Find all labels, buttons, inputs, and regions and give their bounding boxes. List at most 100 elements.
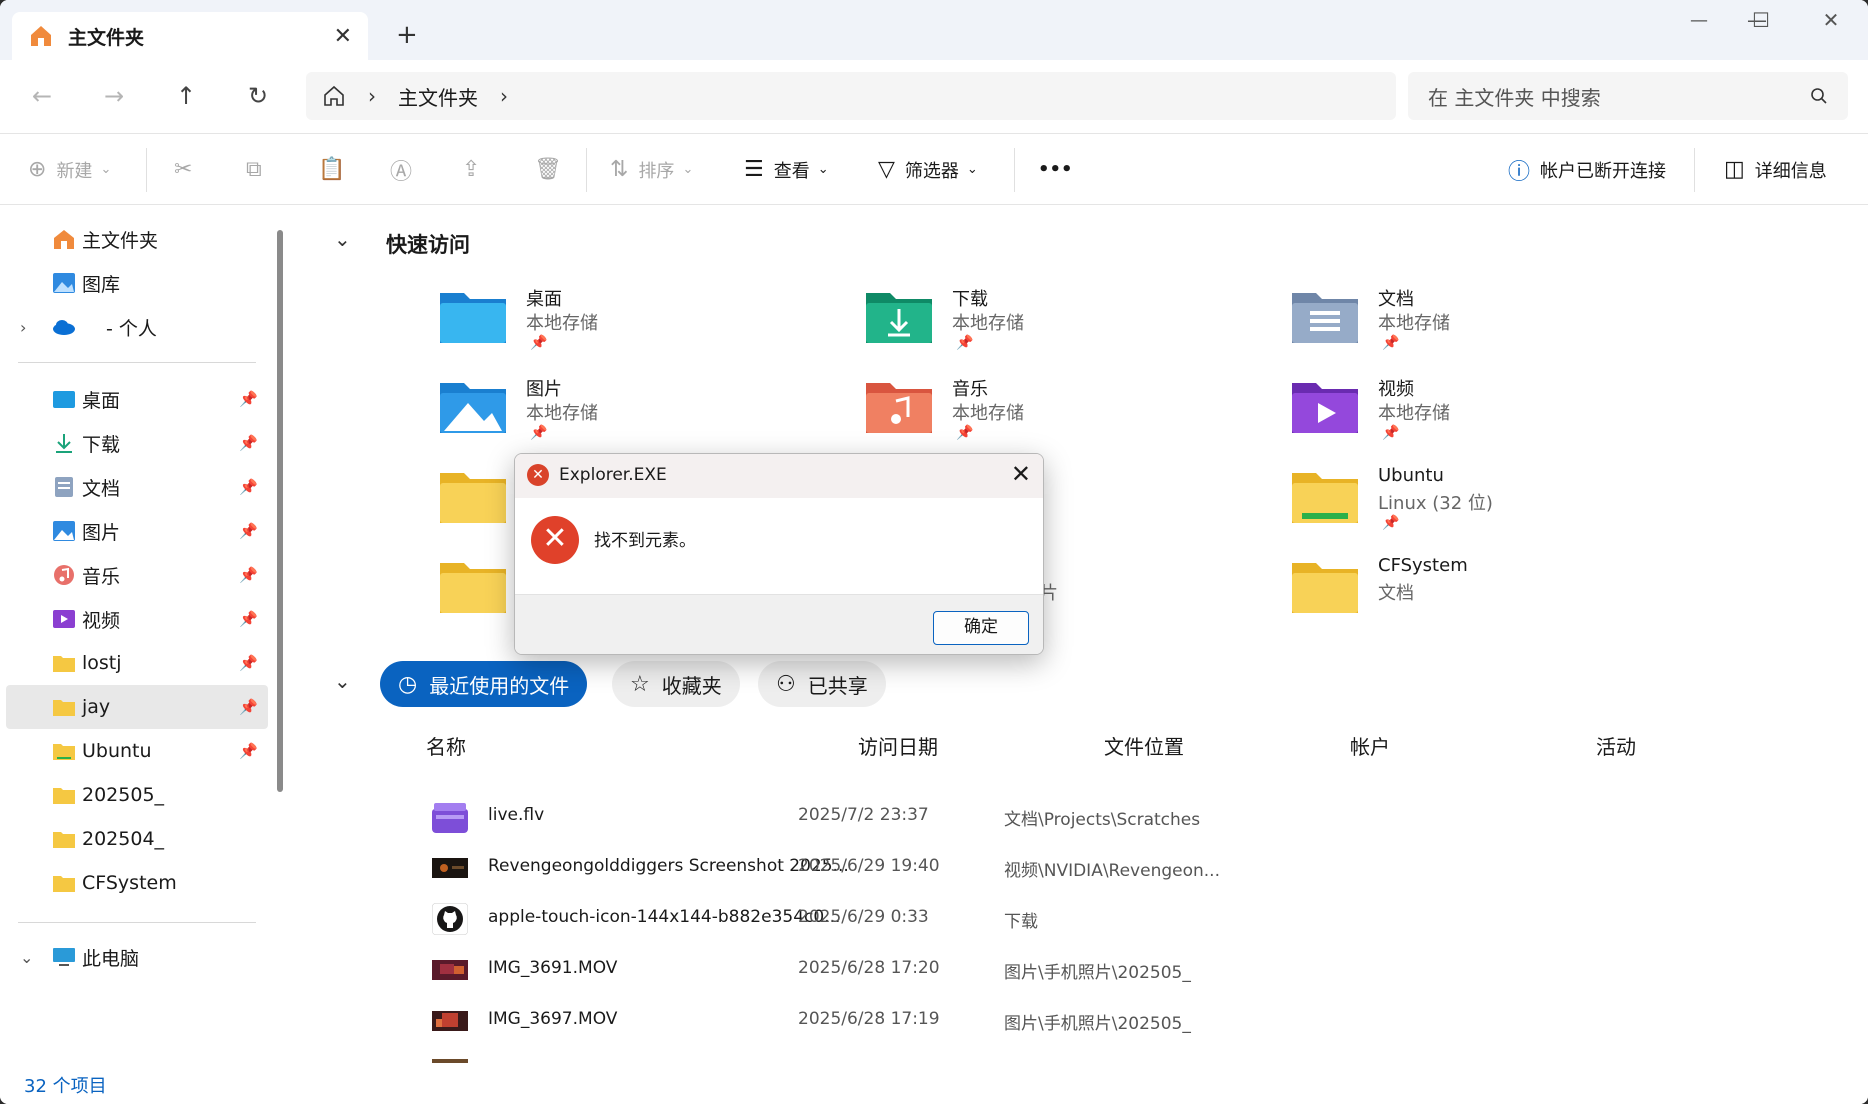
refresh-button[interactable]: ↻ [242, 82, 274, 110]
new-button[interactable]: ⊕ 新建 ⌄ [28, 157, 111, 183]
dialog-title-bar[interactable]: ✕ Explorer.EXE ✕ [515, 454, 1043, 498]
quick-access-item[interactable]: 视频 本地存储 📌 [1292, 375, 1692, 455]
quick-access-item[interactable]: 图片 本地存储 📌 [440, 375, 840, 455]
sidebar-item-cfsystem[interactable]: CFSystem [6, 861, 268, 905]
breadcrumb[interactable]: 主文件夹 [398, 82, 478, 111]
collapse-quick-access-icon[interactable]: ⌄ [334, 227, 351, 251]
chevron-right-icon[interactable]: › [20, 318, 26, 337]
table-row[interactable]: IMG_3691.MOV 2025/6/28 17:20 图片\手机照片\202… [432, 948, 1832, 992]
table-row[interactable]: Revengeongolddiggers Screenshot 2025... … [432, 846, 1832, 890]
pin-icon[interactable]: 📌 [239, 390, 258, 408]
file-location: 文档\Projects\Scratches [1004, 810, 1201, 830]
sort-button[interactable]: ⇅ 排序 ⌄ [610, 157, 693, 183]
column-header-activity[interactable]: 活动 [1596, 731, 1636, 760]
sidebar-item-jay[interactable]: jay 📌 [6, 685, 268, 729]
pin-icon[interactable]: 📌 [239, 478, 258, 496]
pin-icon[interactable]: 📌 [239, 522, 258, 540]
sidebar-item-label: CFSystem [82, 872, 177, 894]
details-pane-button[interactable]: ◫ 详细信息 [1724, 157, 1827, 183]
copy-icon[interactable]: ⧉ [246, 157, 262, 182]
details-pane-icon: ◫ [1724, 157, 1745, 182]
sidebar-item-pictures[interactable]: 图片 📌 [6, 509, 268, 553]
file-location: 图片\手机照片\202505_ [1004, 963, 1191, 983]
pin-icon[interactable]: 📌 [239, 566, 258, 584]
quick-access-item[interactable]: Ubuntu Linux (32 位) 📌 [1292, 465, 1692, 545]
sidebar-item-desktop[interactable]: 桌面 📌 [6, 377, 268, 421]
pin-icon[interactable]: 📌 [239, 698, 258, 716]
pin-icon: 📌 [1382, 515, 1400, 531]
ok-button[interactable]: 确定 [933, 611, 1029, 645]
chevron-down-icon[interactable]: ⌄ [20, 948, 33, 967]
sidebar-item-downloads[interactable]: 下载 📌 [6, 421, 268, 465]
sidebar-item-this-pc[interactable]: ⌄ 此电脑 [6, 935, 268, 979]
quick-access-item[interactable]: 下载 本地存储 📌 [866, 285, 1266, 365]
column-header-location[interactable]: 文件位置 [1104, 731, 1184, 760]
filter-button[interactable]: ▽ 筛选器 ⌄ [878, 157, 978, 183]
collapse-recent-icon[interactable]: ⌄ [334, 669, 351, 693]
sidebar-item-documents[interactable]: 文档 📌 [6, 465, 268, 509]
filter-label: 筛选器 [904, 160, 959, 182]
search-icon[interactable] [1810, 87, 1828, 105]
pin-icon[interactable]: 📌 [239, 610, 258, 628]
delete-icon[interactable]: 🗑 [534, 157, 562, 182]
view-button[interactable]: ☰ 查看 ⌄ [744, 157, 829, 183]
up-button[interactable]: ↑ [170, 82, 202, 110]
quick-access-name: 桌面 [526, 289, 562, 310]
tab-recent-files[interactable]: ◷ 最近使用的文件 [380, 661, 588, 707]
chevron-right-icon[interactable]: › [500, 84, 508, 108]
view-list-icon: ☰ [744, 157, 764, 182]
gallery-icon [53, 273, 75, 293]
forward-button[interactable]: → [98, 82, 130, 110]
tab-shared[interactable]: ⚇ 已共享 [758, 661, 886, 707]
quick-access-item[interactable]: CFSystem 文档 [1292, 555, 1692, 635]
sidebar-item-music[interactable]: 音乐 📌 [6, 553, 268, 597]
sidebar-item-202505[interactable]: 202505_ [6, 773, 268, 817]
sidebar-item-ubuntu[interactable]: Ubuntu 📌 [6, 729, 268, 773]
new-label: 新建 [56, 160, 93, 182]
sidebar-item-home[interactable]: 主文件夹 [6, 217, 268, 261]
search-input[interactable]: 在 主文件夹 中搜索 [1408, 72, 1848, 120]
paste-icon[interactable]: 📋 [318, 157, 345, 182]
pin-icon[interactable]: 📌 [239, 654, 258, 672]
videos-folder-icon [1292, 383, 1358, 433]
sidebar-item-onedrive[interactable]: › - 个人 [6, 305, 268, 349]
back-button[interactable]: ← [26, 82, 58, 110]
tab-favorites[interactable]: ☆ 收藏夹 [612, 661, 740, 707]
account-status-button[interactable]: ⓘ 帐户已断开连接 [1508, 154, 1666, 186]
column-header-name[interactable]: 名称 [426, 731, 466, 760]
sidebar-divider [18, 922, 256, 923]
sidebar-item-lostj[interactable]: lostj 📌 [6, 641, 268, 685]
file-name: IMG_3697.MOV [488, 1009, 618, 1029]
new-tab-button[interactable]: + [396, 20, 418, 50]
quick-access-item[interactable]: 文档 本地存储 📌 [1292, 285, 1692, 365]
cut-icon[interactable]: ✂ [174, 157, 192, 182]
rename-icon[interactable]: Ⓐ [390, 154, 412, 186]
quick-access-sub: 文档 [1378, 583, 1414, 604]
minimize-icon[interactable]: — [1676, 10, 1722, 31]
quick-access-item[interactable]: 音乐 本地存储 📌 [866, 375, 1266, 455]
tab-home[interactable]: 主文件夹 ✕ [12, 12, 368, 60]
home-outline-icon[interactable] [322, 84, 346, 108]
pin-icon[interactable]: 📌 [239, 742, 258, 760]
quick-access-item[interactable]: 桌面 本地存储 📌 [440, 285, 840, 365]
info-icon: ⓘ [1508, 159, 1531, 185]
table-row[interactable]: live.flv 2025/7/2 23:37 文档\Projects\Scra… [432, 795, 1832, 839]
sidebar-item-gallery[interactable]: 图库 [6, 261, 268, 305]
table-row[interactable]: IMG_3697.MOV 2025/6/28 17:19 图片\手机照片\202… [432, 999, 1832, 1043]
column-header-account[interactable]: 帐户 [1350, 731, 1390, 760]
pin-icon: 📌 [530, 335, 548, 351]
table-row[interactable]: apple-touch-icon-144x144-b882e354c0... 2… [432, 897, 1832, 941]
more-options-button[interactable]: ••• [1038, 159, 1073, 180]
chevron-right-icon[interactable]: › [368, 84, 376, 108]
maximize-button[interactable]: ☐ [1738, 8, 1784, 32]
address-bar[interactable]: › 主文件夹 › [306, 72, 1396, 120]
share-icon[interactable]: ⇪ [462, 157, 480, 182]
close-window-button[interactable]: ✕ [1808, 8, 1854, 32]
sidebar-item-202504[interactable]: 202504_ [6, 817, 268, 861]
sidebar-item-videos[interactable]: 视频 📌 [6, 597, 268, 641]
column-header-date[interactable]: 访问日期 [858, 731, 938, 760]
tab-close-icon[interactable]: ✕ [334, 24, 352, 49]
sidebar-scrollbar[interactable] [277, 230, 283, 792]
dialog-close-button[interactable]: ✕ [1011, 460, 1031, 488]
pin-icon[interactable]: 📌 [239, 434, 258, 452]
